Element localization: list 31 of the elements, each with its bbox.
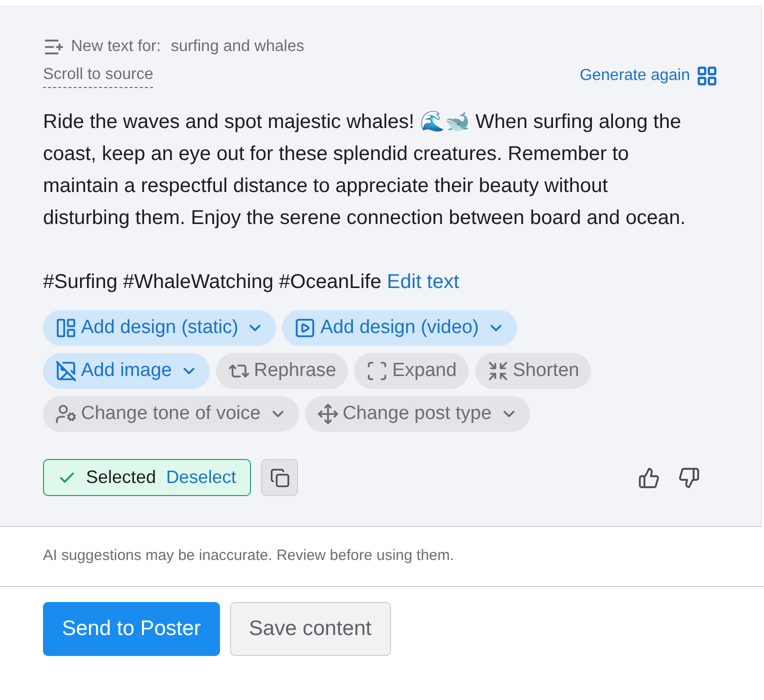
- panel-icon: [55, 317, 77, 339]
- topic-text: surfing and whales: [170, 37, 304, 57]
- shrink-icon: [486, 360, 509, 382]
- action-chip[interactable]: Change post type: [304, 396, 530, 432]
- edit-text-link[interactable]: Edit text: [386, 271, 460, 293]
- copy-button[interactable]: [261, 459, 298, 496]
- hashtags-text: #Surfing #WhaleWatching #OceanLife: [43, 271, 382, 293]
- action-chip[interactable]: Add image: [43, 353, 210, 389]
- deselect-link[interactable]: Deselect: [166, 464, 236, 491]
- generate-icon: [696, 64, 718, 86]
- video-icon: [294, 317, 316, 339]
- person-icon: [55, 403, 77, 425]
- selected-label: Selected: [86, 466, 156, 489]
- copy-icon: [270, 468, 290, 488]
- header-label: New text for:: [71, 37, 161, 57]
- action-chip[interactable]: Add design (video): [282, 310, 517, 346]
- action-chip[interactable]: Rephrase: [216, 353, 348, 389]
- action-chip[interactable]: Add design (static): [43, 310, 276, 346]
- generate-again-link[interactable]: Generate again: [580, 64, 718, 88]
- scroll-to-source-link[interactable]: Scroll to source: [43, 63, 154, 88]
- save-button[interactable]: Save content: [230, 602, 391, 656]
- thumbs-up-icon[interactable]: [638, 466, 660, 488]
- action-chip[interactable]: Shorten: [474, 353, 592, 389]
- disclaimer-text: AI suggestions may be inaccurate. Review before using them.: [43, 546, 456, 566]
- action-chip[interactable]: Change tone of voice: [43, 396, 299, 432]
- expand-icon: [366, 360, 388, 382]
- generated-text: Ride the waves and spot majestic whales! 🌊🐋 When surfing along the coast, keep an eye out for these splendid creatures. Remember to maintain a respectful distance to appreciate their beauty without disturbing them. Enjoy the serene connection between board and ocean.: [43, 110, 687, 231]
- action-chip[interactable]: Expand: [354, 353, 469, 389]
- send-button[interactable]: Send to Poster: [43, 602, 220, 656]
- image-icon: [55, 360, 77, 382]
- thumbs-down-icon[interactable]: [678, 466, 700, 488]
